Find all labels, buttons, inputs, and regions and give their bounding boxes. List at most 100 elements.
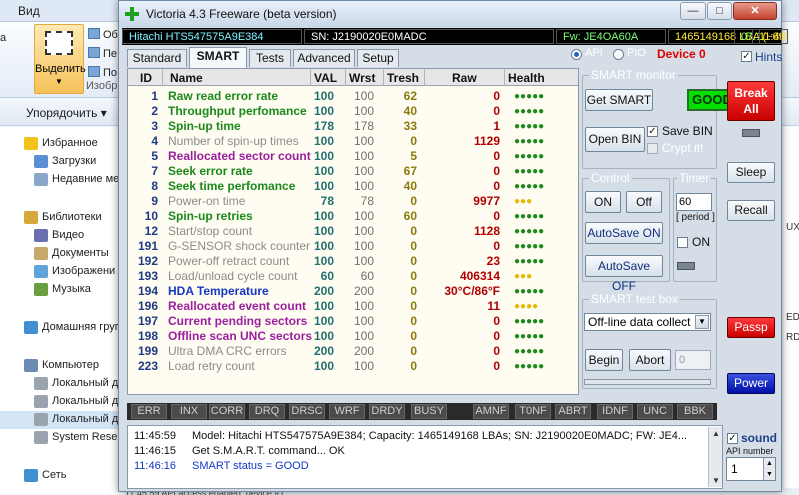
- title-bar[interactable]: Victoria 4.3 Freeware (beta version) — □…: [119, 1, 781, 27]
- nav-item[interactable]: Недавние ме: [0, 171, 125, 189]
- autosave-on-button[interactable]: AutoSave ON: [585, 222, 663, 244]
- hints-checkbox[interactable]: ✓: [741, 51, 752, 62]
- table-row[interactable]: 2 Throughput perfomance 100 100 40 0 ●●●●●: [128, 104, 578, 119]
- nav-item[interactable]: Документы: [0, 245, 125, 263]
- passp-button[interactable]: Passp: [727, 317, 775, 338]
- table-row[interactable]: 199 Ultra DMA CRC errors 200 200 0 0 ●●●●●: [128, 344, 578, 359]
- attr-name: Power-on time: [168, 194, 246, 208]
- table-row[interactable]: 7 Seek error rate 100 100 67 0 ●●●●●: [128, 164, 578, 179]
- organize-button[interactable]: Упорядочить ▾: [26, 106, 107, 120]
- col-tresh[interactable]: Tresh: [387, 71, 419, 85]
- log-line: 11:45:59 Model: Hitachi HTS547575A9E384; …: [134, 430, 688, 442]
- scroll-down-icon[interactable]: ▼: [712, 476, 720, 485]
- sound-checkbox[interactable]: ✓: [727, 433, 738, 444]
- test-abort-button[interactable]: Abort: [629, 349, 671, 371]
- save-bin-checkbox[interactable]: ✓: [647, 126, 658, 137]
- nav-item-label: Компьютер: [42, 359, 99, 371]
- table-row[interactable]: 198 Offline scan UNC sectors 100 100 0 0 ●●●●●: [128, 329, 578, 344]
- nav-item[interactable]: Избранное: [0, 135, 125, 153]
- nav-item[interactable]: Домашняя груп: [0, 319, 125, 337]
- col-val[interactable]: VAL: [314, 71, 337, 85]
- col-health[interactable]: Health: [508, 71, 545, 85]
- col-id[interactable]: ID: [140, 71, 152, 85]
- api-number-label: API number: [726, 446, 774, 456]
- scroll-up-icon[interactable]: ▲: [712, 429, 720, 438]
- table-row[interactable]: 10 Spin-up retries 100 100 60 0 ●●●●●: [128, 209, 578, 224]
- attr-raw: 0: [493, 104, 500, 118]
- attr-threshold: 0: [410, 329, 417, 343]
- mode-api-radio[interactable]: [571, 49, 582, 60]
- table-row[interactable]: 191 G-SENSOR shock counter 100 100 0 0 ●●●●●: [128, 239, 578, 254]
- nav-item[interactable]: Видео: [0, 227, 125, 245]
- attr-raw: 406314: [459, 269, 500, 283]
- ribbon-small-button-1[interactable]: Об: [88, 28, 118, 41]
- attr-name: Seek error rate: [168, 164, 253, 178]
- table-row[interactable]: 197 Current pending sectors 100 100 0 0 ●●●●●: [128, 314, 578, 329]
- get-smart-button[interactable]: Get SMART: [585, 89, 653, 111]
- nav-item[interactable]: System Reser: [0, 429, 125, 447]
- control-off-button[interactable]: Off: [626, 191, 662, 213]
- table-header: ID Name VAL Wrst Tresh Raw Health: [128, 69, 578, 86]
- col-raw[interactable]: Raw: [452, 71, 477, 85]
- power-button[interactable]: Power: [727, 373, 775, 394]
- col-wrst[interactable]: Wrst: [349, 71, 375, 85]
- tab-tests[interactable]: Tests: [249, 49, 291, 67]
- nav-item[interactable]: Локальный д: [0, 393, 125, 411]
- tab-advanced[interactable]: Advanced: [293, 49, 355, 67]
- tab-standard[interactable]: Standard: [127, 49, 187, 67]
- col-name[interactable]: Name: [170, 71, 203, 85]
- nav-item-label: Документы: [52, 247, 109, 259]
- timer-period-input[interactable]: 60: [676, 193, 712, 211]
- api-number-spinner[interactable]: 1 ▲ ▼: [726, 457, 776, 481]
- attr-raw: 30°C/86°F: [444, 284, 500, 298]
- table-row[interactable]: 192 Power-off retract count 100 100 0 23 ●●●●●: [128, 254, 578, 269]
- autosave-off-button[interactable]: AutoSave OFF: [585, 255, 663, 293]
- sleep-button[interactable]: Sleep: [727, 162, 775, 183]
- nav-item[interactable]: Музыка: [0, 281, 125, 299]
- ribbon-small-button-3[interactable]: По: [88, 66, 117, 79]
- timer-on-checkbox[interactable]: [677, 237, 688, 248]
- mode-pio-radio[interactable]: [613, 49, 624, 60]
- nav-item[interactable]: Локальный д: [0, 375, 125, 393]
- nav-item[interactable]: Локальный д: [0, 411, 125, 429]
- table-row[interactable]: 5 Reallocated sector count 100 100 5 0 ●●●●●: [128, 149, 578, 164]
- test-number-field[interactable]: 0: [675, 350, 711, 370]
- local-disk-icon: [34, 413, 48, 426]
- nav-item[interactable]: Изображени: [0, 263, 125, 281]
- nav-item[interactable]: Сеть: [0, 467, 125, 485]
- table-row[interactable]: 194 HDA Temperature 200 200 0 30°C/86°F ●●●●●: [128, 284, 578, 299]
- select-button[interactable]: Выделить ▼: [34, 24, 86, 94]
- minimize-button[interactable]: —: [680, 2, 706, 20]
- tab-setup[interactable]: Setup: [357, 49, 399, 67]
- attr-name: Reallocated event count: [168, 299, 307, 313]
- open-bin-button[interactable]: Open BIN: [585, 127, 645, 152]
- nav-item[interactable]: Библиотеки: [0, 209, 125, 227]
- attr-worst: 100: [353, 89, 374, 103]
- table-row[interactable]: 196 Reallocated event count 100 100 0 11 ●●●●: [128, 299, 578, 314]
- close-button[interactable]: ✕: [733, 2, 777, 20]
- table-row[interactable]: 12 Start/stop count 100 100 0 1128 ●●●●●: [128, 224, 578, 239]
- nav-item[interactable]: Компьютер: [0, 357, 125, 375]
- crypt-it-checkbox[interactable]: [647, 143, 658, 154]
- control-on-button[interactable]: ON: [585, 191, 621, 213]
- ribbon-small-button-2[interactable]: Пе: [88, 47, 117, 60]
- log-scrollbar[interactable]: ▲ ▼: [708, 427, 722, 487]
- maximize-button[interactable]: □: [707, 2, 732, 20]
- table-row[interactable]: 8 Seek time perfomance 100 100 40 0 ●●●●●: [128, 179, 578, 194]
- table-row[interactable]: 4 Number of spin-up times 100 100 0 1129 ●●●●●: [128, 134, 578, 149]
- test-type-select[interactable]: Off-line data collect ▼: [584, 313, 711, 331]
- recall-button[interactable]: Recall: [727, 200, 775, 221]
- menu-view[interactable]: Вид: [18, 4, 40, 18]
- nav-item-label: Сеть: [42, 469, 67, 481]
- table-row[interactable]: 1 Raw read error rate 100 100 62 0 ●●●●●: [128, 89, 578, 104]
- table-row[interactable]: 9 Power-on time 78 78 0 9977 ●●●: [128, 194, 578, 209]
- table-row[interactable]: 193 Load/unload cycle count 60 60 0 406314 ●●●: [128, 269, 578, 284]
- table-row[interactable]: 223 Load retry count 100 100 0 0 ●●●●●: [128, 359, 578, 374]
- tab-smart[interactable]: SMART: [189, 47, 247, 68]
- nav-item[interactable]: Загрузки: [0, 153, 125, 171]
- table-row[interactable]: 3 Spin-up time 178 178 33 1 ●●●●●: [128, 119, 578, 134]
- test-begin-button[interactable]: Begin: [585, 349, 623, 371]
- break-all-button[interactable]: Break All: [727, 81, 775, 121]
- spinner-arrows-icon[interactable]: ▲ ▼: [763, 458, 775, 480]
- attr-raw: 11: [487, 299, 500, 313]
